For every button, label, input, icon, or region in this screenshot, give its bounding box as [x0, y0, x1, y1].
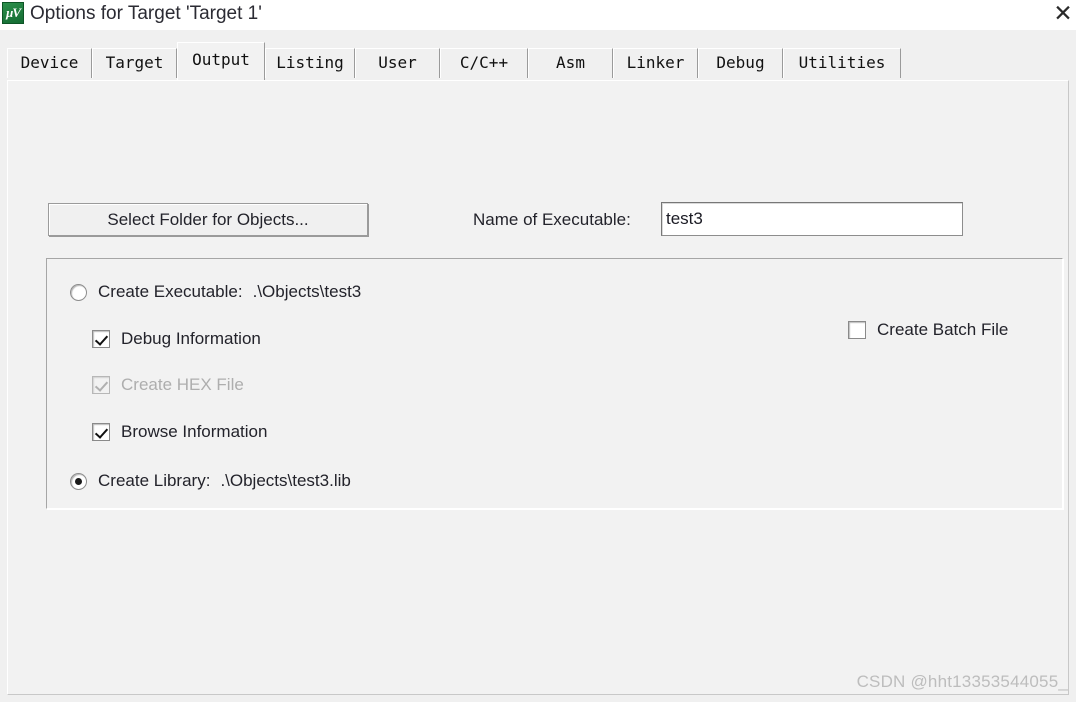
- create-batch-file-checkbox[interactable]: [848, 321, 866, 339]
- create-executable-label: Create Executable:: [98, 282, 243, 301]
- create-hex-file-label: Create HEX File: [121, 375, 244, 394]
- browse-information-label: Browse Information: [121, 422, 268, 441]
- create-executable-path: .\Objects\test3: [252, 282, 362, 301]
- output-tab-panel: Select Folder for Objects... Name of Exe…: [7, 80, 1069, 695]
- create-batch-file-checkbox-row[interactable]: Create Batch File: [848, 320, 1008, 340]
- tab-device[interactable]: Device: [7, 48, 92, 78]
- browse-information-checkbox[interactable]: [92, 423, 110, 441]
- browse-information-checkbox-row[interactable]: Browse Information: [92, 422, 267, 442]
- tab-linker[interactable]: Linker: [613, 48, 698, 78]
- name-of-executable-input[interactable]: [661, 202, 963, 236]
- watermark-text: CSDN @hht13353544055_: [856, 672, 1068, 691]
- dialog-title: Options for Target 'Target 1': [30, 3, 262, 24]
- tab-asm[interactable]: Asm: [528, 48, 613, 78]
- tab-listing[interactable]: Listing: [265, 48, 355, 78]
- create-library-path: .\Objects\test3.lib: [220, 471, 351, 490]
- create-hex-file-checkbox: [92, 376, 110, 394]
- debug-information-checkbox[interactable]: [92, 330, 110, 348]
- create-library-label: Create Library:: [98, 471, 211, 490]
- title-bar: µV Options for Target 'Target 1' ✕: [0, 0, 1076, 31]
- tab-target[interactable]: Target: [92, 48, 177, 78]
- create-executable-radio[interactable]: [70, 283, 87, 301]
- create-executable-radio-row[interactable]: Create Executable: .\Objects\test3: [70, 282, 361, 302]
- keil-uvision-icon: µV: [2, 2, 24, 24]
- create-library-radio-row[interactable]: Create Library: .\Objects\test3.lib: [70, 471, 351, 491]
- create-library-radio[interactable]: [70, 472, 87, 490]
- select-folder-for-objects-button[interactable]: Select Folder for Objects...: [48, 203, 368, 236]
- close-icon[interactable]: ✕: [1046, 0, 1076, 30]
- tab-c-cpp[interactable]: C/C++: [440, 48, 528, 78]
- tab-strip: Device Target Output Listing User C/C++ …: [0, 30, 1076, 82]
- name-of-executable-label: Name of Executable:: [473, 210, 631, 229]
- options-for-target-dialog: µV Options for Target 'Target 1' ✕ Devic…: [0, 0, 1076, 702]
- debug-information-checkbox-row[interactable]: Debug Information: [92, 329, 261, 349]
- debug-information-label: Debug Information: [121, 329, 261, 348]
- tab-utilities[interactable]: Utilities: [783, 48, 901, 78]
- tab-user[interactable]: User: [355, 48, 440, 78]
- tab-debug[interactable]: Debug: [698, 48, 783, 78]
- tab-output[interactable]: Output: [177, 42, 265, 80]
- create-batch-file-label: Create Batch File: [877, 320, 1009, 339]
- create-hex-file-checkbox-row: Create HEX File: [92, 375, 244, 395]
